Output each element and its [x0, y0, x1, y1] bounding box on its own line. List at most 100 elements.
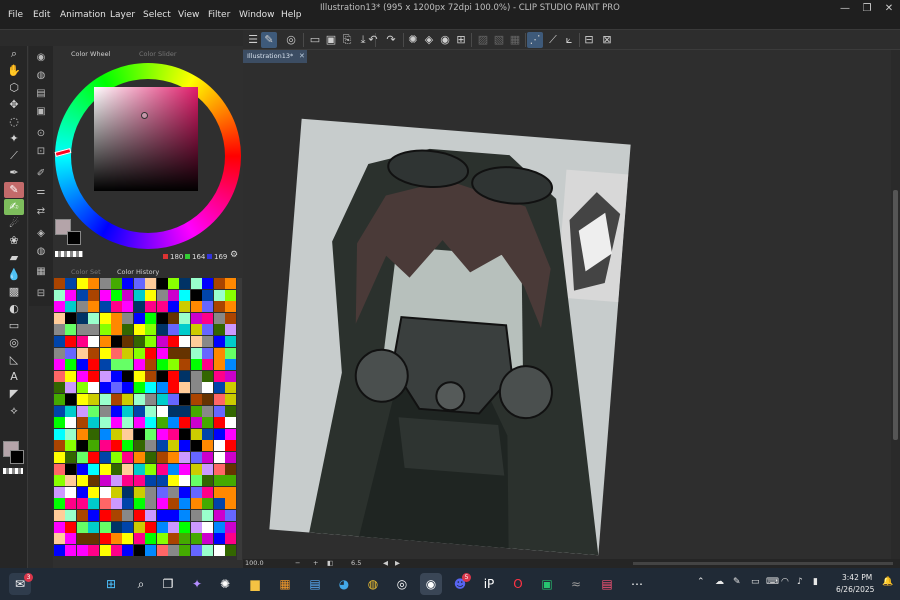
- palette-swatch[interactable]: [122, 312, 134, 324]
- palette-swatch[interactable]: [156, 533, 168, 545]
- palette-swatch[interactable]: [133, 417, 145, 429]
- palette-swatch[interactable]: [156, 278, 168, 289]
- zoom-icon[interactable]: ⌕: [4, 46, 24, 62]
- palette-swatch[interactable]: [133, 533, 145, 545]
- palette-swatch[interactable]: [111, 312, 122, 324]
- palette-swatch[interactable]: [111, 475, 122, 487]
- layer-icon[interactable]: ▣: [32, 104, 50, 120]
- brush-icon[interactable]: ✍: [4, 199, 24, 215]
- tab-color-history[interactable]: Color History: [113, 266, 163, 278]
- palette-swatch[interactable]: [168, 417, 179, 429]
- palette-swatch[interactable]: [190, 463, 202, 475]
- tab-color-slider[interactable]: Color Slider: [135, 48, 181, 60]
- wifi-icon[interactable]: ◠: [781, 577, 789, 587]
- palette-swatch[interactable]: [213, 278, 225, 289]
- palette-swatch[interactable]: [168, 382, 179, 394]
- operation-icon[interactable]: ⬡: [4, 80, 24, 96]
- palette-swatch[interactable]: [65, 428, 77, 440]
- palette-swatch[interactable]: [202, 533, 214, 545]
- palette-swatch[interactable]: [179, 405, 191, 417]
- palette-swatch[interactable]: [145, 359, 157, 371]
- palette-swatch[interactable]: [145, 370, 157, 382]
- palette-swatch[interactable]: [202, 521, 214, 533]
- palette-swatch[interactable]: [190, 336, 202, 347]
- palette-swatch[interactable]: [76, 382, 88, 394]
- palette-swatch[interactable]: [168, 324, 179, 336]
- palette-swatch[interactable]: [156, 463, 168, 475]
- palette-swatch[interactable]: [225, 417, 236, 429]
- more-apps-icon[interactable]: ⋯: [626, 573, 648, 595]
- palette-swatch[interactable]: [99, 521, 111, 533]
- palette-swatch[interactable]: [190, 533, 202, 545]
- palette-swatch[interactable]: [76, 486, 88, 498]
- palette-swatch[interactable]: [190, 452, 202, 463]
- palette-swatch[interactable]: [179, 521, 191, 533]
- palette-swatch[interactable]: [65, 452, 77, 463]
- airbrush-icon[interactable]: ☄: [4, 216, 24, 232]
- palette-swatch[interactable]: [202, 463, 214, 475]
- palette-swatch[interactable]: [122, 278, 134, 289]
- palette-swatch[interactable]: [213, 382, 225, 394]
- palette-swatch[interactable]: [76, 475, 88, 487]
- reference-icon[interactable]: ⊠: [599, 32, 615, 48]
- palette-swatch[interactable]: [213, 347, 225, 359]
- palette-swatch[interactable]: [65, 382, 77, 394]
- palette-swatch[interactable]: [111, 324, 122, 336]
- lasso-icon[interactable]: ◌: [4, 114, 24, 130]
- palette-swatch[interactable]: [65, 521, 77, 533]
- calendar-icon[interactable]: ▦: [274, 573, 296, 595]
- menu-window[interactable]: Window: [234, 0, 280, 30]
- menu-select[interactable]: Select: [138, 0, 176, 30]
- selection-border-icon[interactable]: ▦: [507, 32, 523, 48]
- palette-swatch[interactable]: [54, 347, 65, 359]
- document-tab-close-icon[interactable]: ✕: [299, 50, 305, 63]
- notification-icon[interactable]: 🔔: [882, 577, 893, 587]
- palette-swatch[interactable]: [213, 428, 225, 440]
- palette-swatch[interactable]: [54, 382, 65, 394]
- palette-swatch[interactable]: [145, 475, 157, 487]
- palette-swatch[interactable]: [88, 289, 100, 301]
- palette-swatch[interactable]: [76, 394, 88, 405]
- palette-swatch[interactable]: [99, 428, 111, 440]
- redo-icon[interactable]: ↷: [383, 32, 399, 48]
- palette-swatch[interactable]: [65, 533, 77, 545]
- palette-swatch[interactable]: [156, 394, 168, 405]
- pen-pressure-icon[interactable]: ✎: [261, 32, 277, 48]
- tool-property-icon[interactable]: ✐: [32, 166, 50, 182]
- file-explorer-icon[interactable]: ▆: [244, 573, 266, 595]
- text-icon[interactable]: A: [4, 369, 24, 385]
- palette-swatch[interactable]: [213, 533, 225, 545]
- palette-swatch[interactable]: [225, 440, 236, 452]
- document-tab[interactable]: Illustration13* ✕: [243, 50, 307, 63]
- palette-swatch[interactable]: [111, 405, 122, 417]
- battery-icon[interactable]: ▮: [813, 577, 818, 587]
- palette-swatch[interactable]: [88, 440, 100, 452]
- palette-swatch[interactable]: [88, 428, 100, 440]
- close-icon[interactable]: ✕: [878, 0, 900, 17]
- palette-swatch[interactable]: [65, 359, 77, 371]
- palette-swatch[interactable]: [133, 382, 145, 394]
- palette-swatch[interactable]: [133, 463, 145, 475]
- palette-swatch[interactable]: [99, 440, 111, 452]
- palette-swatch[interactable]: [225, 475, 236, 487]
- palette-swatch[interactable]: [76, 510, 88, 521]
- balloon-icon[interactable]: ◤: [4, 386, 24, 402]
- palette-swatch[interactable]: [168, 301, 179, 313]
- palette-swatch[interactable]: [179, 336, 191, 347]
- palette-swatch[interactable]: [122, 382, 134, 394]
- palette-swatch[interactable]: [213, 486, 225, 498]
- palette-swatch[interactable]: [111, 301, 122, 313]
- palette-swatch[interactable]: [122, 510, 134, 521]
- palette-swatch[interactable]: [156, 324, 168, 336]
- palette-swatch[interactable]: [88, 347, 100, 359]
- palette-swatch[interactable]: [65, 405, 77, 417]
- folder-icon[interactable]: ⊟: [32, 286, 50, 302]
- palette-swatch[interactable]: [225, 533, 236, 545]
- palette-swatch[interactable]: [122, 463, 134, 475]
- palette-swatch[interactable]: [88, 521, 100, 533]
- palette-swatch[interactable]: [156, 312, 168, 324]
- palette-swatch[interactable]: [65, 347, 77, 359]
- palette-swatch[interactable]: [168, 347, 179, 359]
- palette-swatch[interactable]: [111, 382, 122, 394]
- palette-swatch[interactable]: [133, 359, 145, 371]
